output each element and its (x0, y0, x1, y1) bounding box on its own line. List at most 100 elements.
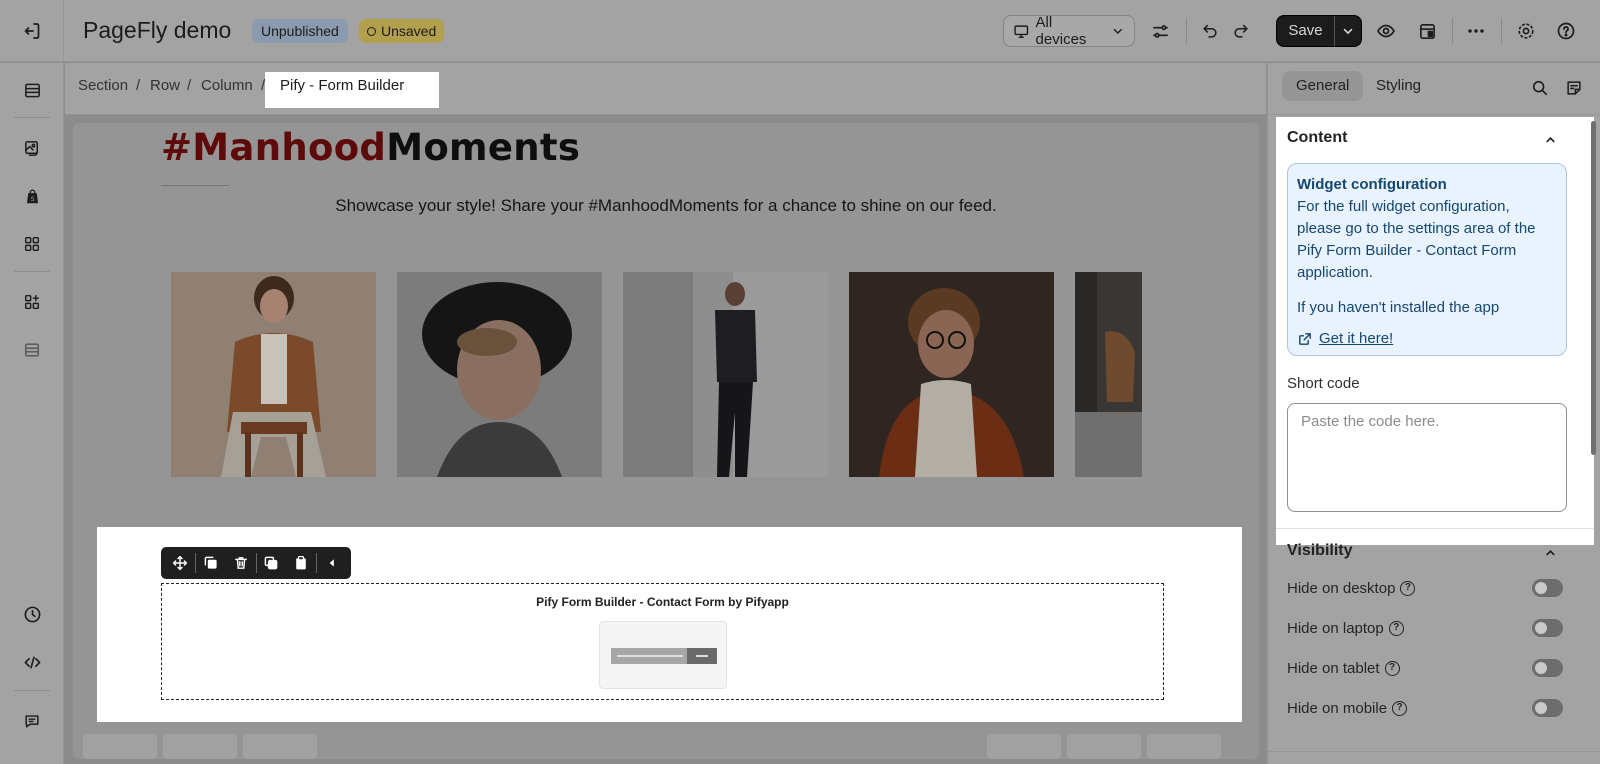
elements-button[interactable] (17, 229, 47, 259)
undo-button[interactable] (1195, 16, 1225, 46)
unsaved-badge-label: Unsaved (381, 23, 437, 39)
add-apps-button[interactable] (17, 287, 47, 317)
layers-button[interactable] (17, 335, 47, 365)
help-circle-icon[interactable]: ? (1384, 660, 1400, 676)
hide-desktop-toggle[interactable] (1532, 579, 1563, 597)
hide-tablet-label: Hide on tablet (1287, 659, 1380, 677)
hide-desktop-label: Hide on desktop (1287, 579, 1396, 597)
form-builder-widget[interactable]: Pify Form Builder - Contact Form by Pify… (161, 583, 1164, 700)
placeholder-block (163, 734, 237, 759)
help-button[interactable] (1551, 16, 1581, 46)
form-widget-title: Pify Form Builder - Contact Form by Pify… (536, 595, 789, 609)
sections-button[interactable] (17, 75, 47, 105)
layout-icon (1419, 23, 1435, 39)
top-bar: PageFly demo Unpublished Unsaved All dev… (0, 0, 1600, 62)
short-code-input[interactable] (1287, 403, 1567, 512)
save-button[interactable]: Save (1276, 15, 1362, 47)
topbar-divider (1186, 18, 1187, 44)
breadcrumb-column[interactable]: Column (201, 77, 253, 94)
device-select[interactable]: All devices (1003, 14, 1135, 48)
form-preview-button (687, 648, 717, 664)
chat-icon (25, 715, 39, 728)
delete-button[interactable] (226, 547, 256, 579)
settings-button[interactable] (1511, 16, 1541, 46)
hide-mobile-toggle[interactable] (1532, 699, 1563, 717)
paste-button[interactable] (286, 547, 316, 579)
placeholder-block (1067, 734, 1141, 759)
copy-button[interactable] (257, 547, 287, 579)
caret-left-icon (329, 559, 334, 567)
notes-button[interactable] (1562, 76, 1586, 100)
hide-mobile-row: Hide on mobile ? (1287, 697, 1408, 719)
preview-button[interactable] (1371, 16, 1401, 46)
editor-canvas[interactable]: #ManhoodMoments Showcase your style! Sha… (73, 123, 1259, 759)
chat-support-button[interactable] (17, 706, 47, 736)
svg-text:S: S (30, 195, 34, 202)
section-divider (1276, 528, 1594, 529)
search-button[interactable] (1528, 76, 1552, 100)
gallery-image-3[interactable] (623, 272, 828, 477)
collapse-visibility-button[interactable] (1542, 544, 1558, 560)
page-settings-button[interactable] (1145, 16, 1175, 46)
redo-button[interactable] (1226, 16, 1256, 46)
breadcrumb-section[interactable]: Section (78, 77, 128, 94)
chevron-down-icon (1114, 28, 1123, 35)
get-app-link[interactable]: Get it here! (1297, 328, 1557, 350)
topbar-divider (1452, 18, 1453, 44)
hide-desktop-row: Hide on desktop ? (1287, 577, 1416, 599)
media-button[interactable] (17, 133, 47, 163)
hashtag-heading[interactable]: #ManhoodMoments (161, 126, 580, 169)
element-toolbar (161, 547, 351, 579)
shopify-button[interactable]: S (17, 181, 47, 211)
breadcrumb-current: Pify - Form Builder (265, 72, 439, 108)
move-button[interactable] (165, 547, 195, 579)
breadcrumb-row[interactable]: Row (150, 77, 180, 94)
hide-laptop-toggle[interactable] (1532, 619, 1563, 637)
heading-hash-part: #Manhood (161, 126, 387, 169)
copy-icon (265, 556, 278, 570)
inspector-tabs: General Styling (1268, 63, 1600, 115)
section-divider (1268, 751, 1600, 752)
history-button[interactable] (17, 599, 47, 629)
scrollbar-thumb[interactable] (1591, 121, 1596, 455)
eye-icon (1377, 24, 1395, 38)
hide-tablet-row: Hide on tablet ? (1287, 657, 1400, 679)
help-circle-icon[interactable]: ? (1388, 620, 1404, 636)
exit-button[interactable] (0, 0, 64, 62)
theme-editor-button[interactable] (1412, 16, 1442, 46)
tab-styling[interactable]: Styling (1362, 71, 1435, 101)
duplicate-button[interactable] (196, 547, 226, 579)
undo-icon (1203, 24, 1217, 38)
more-horizontal-icon (1468, 29, 1484, 33)
rail-divider (14, 271, 50, 272)
collapse-content-button[interactable] (1542, 131, 1558, 147)
form-section[interactable]: Pify Form Builder - Contact Form by Pify… (97, 527, 1242, 722)
tab-general[interactable]: General (1282, 71, 1364, 101)
breadcrumb-separator: / (187, 77, 192, 94)
panel-scrollbar[interactable] (1589, 117, 1597, 457)
get-app-link-label: Get it here! (1319, 330, 1394, 347)
device-select-label: All devices (1035, 14, 1087, 48)
gallery-image-5[interactable] (1075, 272, 1142, 477)
hide-mobile-label: Hide on mobile (1287, 699, 1388, 717)
banner-text: For the full widget configuration, pleas… (1297, 198, 1536, 281)
chevron-up-icon (1545, 549, 1555, 555)
collapse-toolbar-button[interactable] (317, 547, 347, 579)
hide-tablet-toggle[interactable] (1532, 659, 1563, 677)
help-circle-icon[interactable]: ? (1400, 580, 1416, 596)
save-options-button[interactable] (1335, 16, 1361, 46)
breadcrumb: Section / Row / Column / Pify - Form Bui… (65, 63, 1266, 115)
gallery-image-4[interactable] (849, 272, 1054, 477)
external-link-icon (1299, 333, 1311, 345)
help-circle-icon[interactable]: ? (1392, 700, 1408, 716)
gallery-image-2[interactable] (397, 272, 602, 477)
redo-icon (1234, 24, 1248, 38)
code-button[interactable] (17, 647, 47, 677)
hashtag-subheading[interactable]: Showcase your style! Share your #Manhood… (73, 196, 1259, 216)
heading-underline (161, 185, 229, 186)
content-heading: Content (1287, 129, 1348, 146)
more-button[interactable] (1461, 16, 1491, 46)
page-title: PageFly demo (83, 17, 232, 43)
chevron-up-icon (1545, 136, 1555, 142)
gallery-image-1[interactable] (171, 272, 376, 477)
